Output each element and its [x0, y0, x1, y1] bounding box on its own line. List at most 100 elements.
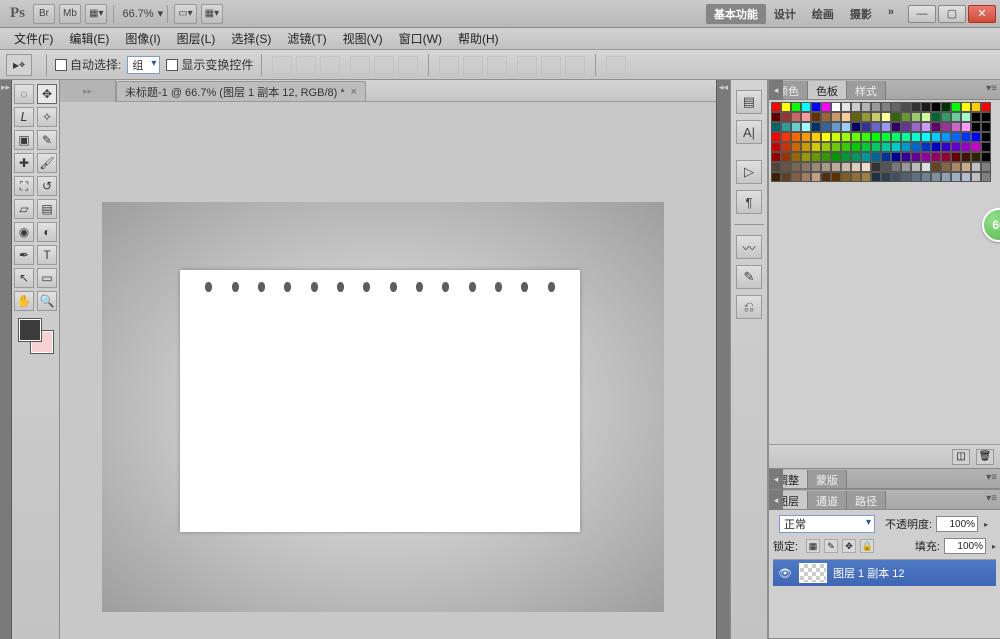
swatch[interactable]: [881, 162, 891, 172]
swatch[interactable]: [931, 162, 941, 172]
align-button[interactable]: [320, 56, 340, 74]
workspace-more[interactable]: »: [880, 4, 902, 24]
swatch[interactable]: [861, 152, 871, 162]
swatch[interactable]: [961, 172, 971, 182]
swatch[interactable]: [861, 112, 871, 122]
swatch[interactable]: [881, 132, 891, 142]
auto-select-dropdown[interactable]: 组: [127, 56, 160, 74]
swatch[interactable]: [881, 142, 891, 152]
swatch[interactable]: [911, 162, 921, 172]
gradient-tool[interactable]: ▤: [37, 199, 57, 219]
swatch[interactable]: [961, 112, 971, 122]
zoom-dropdown-icon[interactable]: ▾: [158, 7, 164, 20]
swatch[interactable]: [921, 102, 931, 112]
swatch[interactable]: [881, 102, 891, 112]
swatch[interactable]: [771, 122, 781, 132]
swatch[interactable]: [831, 172, 841, 182]
swatch[interactable]: [841, 142, 851, 152]
shape-tool[interactable]: ▭: [37, 268, 57, 288]
swatch[interactable]: [831, 132, 841, 142]
visibility-icon[interactable]: 👁: [777, 565, 793, 581]
swatch[interactable]: [891, 152, 901, 162]
swatch[interactable]: [811, 132, 821, 142]
swatch[interactable]: [901, 142, 911, 152]
swatch[interactable]: [871, 152, 881, 162]
opacity-field[interactable]: 100%: [936, 516, 978, 532]
paragraph-panel-icon[interactable]: ¶: [736, 190, 762, 214]
swatch[interactable]: [971, 172, 981, 182]
healing-tool[interactable]: ✚: [14, 153, 34, 173]
swatch[interactable]: [771, 132, 781, 142]
swatch[interactable]: [951, 172, 961, 182]
align-button[interactable]: [398, 56, 418, 74]
swatch[interactable]: [851, 172, 861, 182]
tab-paths[interactable]: 路径: [847, 491, 886, 509]
swatch[interactable]: [961, 142, 971, 152]
swatch[interactable]: [961, 152, 971, 162]
panel-grip[interactable]: ◂: [769, 80, 783, 100]
swatch[interactable]: [791, 102, 801, 112]
swatch[interactable]: [871, 122, 881, 132]
tabbar-grip[interactable]: ▸▸: [60, 80, 116, 102]
workspace-photo[interactable]: 摄影: [842, 4, 880, 24]
chevron-down-icon[interactable]: ▸: [984, 520, 988, 529]
distribute-button[interactable]: [463, 56, 483, 74]
swatch[interactable]: [951, 122, 961, 132]
screen-mode-button[interactable]: ▭▾: [174, 4, 196, 24]
blur-tool[interactable]: ◉: [14, 222, 34, 242]
swatch[interactable]: [831, 102, 841, 112]
brush-panel-icon[interactable]: 〰: [736, 235, 762, 259]
swatch[interactable]: [841, 122, 851, 132]
swatch[interactable]: [841, 112, 851, 122]
swatch[interactable]: [851, 152, 861, 162]
auto-align-button[interactable]: [606, 56, 626, 74]
brush-presets-icon[interactable]: ✎: [736, 265, 762, 289]
swatch[interactable]: [981, 152, 991, 162]
swatch[interactable]: [821, 112, 831, 122]
swatch[interactable]: [861, 102, 871, 112]
panel-grip[interactable]: ◂: [769, 469, 783, 489]
swatch[interactable]: [931, 112, 941, 122]
lock-all-icon[interactable]: 🔒: [860, 539, 874, 553]
swatch[interactable]: [781, 142, 791, 152]
swatch[interactable]: [801, 102, 811, 112]
swatch[interactable]: [781, 112, 791, 122]
swatch[interactable]: [921, 112, 931, 122]
swatch[interactable]: [851, 142, 861, 152]
swatch[interactable]: [781, 132, 791, 142]
menu-layer[interactable]: 图层(L): [169, 28, 224, 49]
swatch[interactable]: [781, 162, 791, 172]
swatch[interactable]: [841, 152, 851, 162]
pen-tool[interactable]: ✒: [14, 245, 34, 265]
swatch[interactable]: [931, 122, 941, 132]
lock-pixels-icon[interactable]: ✎: [824, 539, 838, 553]
swatch[interactable]: [881, 172, 891, 182]
delete-swatch-button[interactable]: 🗑: [976, 449, 994, 465]
path-select-tool[interactable]: ↖: [14, 268, 34, 288]
swatch[interactable]: [931, 142, 941, 152]
align-button[interactable]: [374, 56, 394, 74]
swatch[interactable]: [821, 162, 831, 172]
actions-panel-icon[interactable]: ▷: [736, 160, 762, 184]
foreground-color-chip[interactable]: [19, 319, 41, 341]
menu-select[interactable]: 选择(S): [223, 28, 279, 49]
menu-view[interactable]: 视图(V): [335, 28, 391, 49]
tab-styles[interactable]: 样式: [847, 81, 886, 99]
minibridge-button[interactable]: Mb: [59, 4, 81, 24]
swatch[interactable]: [901, 132, 911, 142]
minimize-button[interactable]: —: [908, 5, 936, 23]
align-button[interactable]: [350, 56, 370, 74]
swatch[interactable]: [961, 162, 971, 172]
swatch[interactable]: [921, 162, 931, 172]
swatch[interactable]: [841, 162, 851, 172]
swatch[interactable]: [821, 142, 831, 152]
swatch[interactable]: [841, 132, 851, 142]
swatch[interactable]: [931, 102, 941, 112]
swatch[interactable]: [941, 142, 951, 152]
swatch[interactable]: [961, 102, 971, 112]
align-button[interactable]: [272, 56, 292, 74]
workspace-basic[interactable]: 基本功能: [706, 4, 766, 24]
view-extras-button[interactable]: ▦▾: [201, 4, 223, 24]
fill-field[interactable]: 100%: [944, 538, 986, 554]
swatch[interactable]: [981, 122, 991, 132]
